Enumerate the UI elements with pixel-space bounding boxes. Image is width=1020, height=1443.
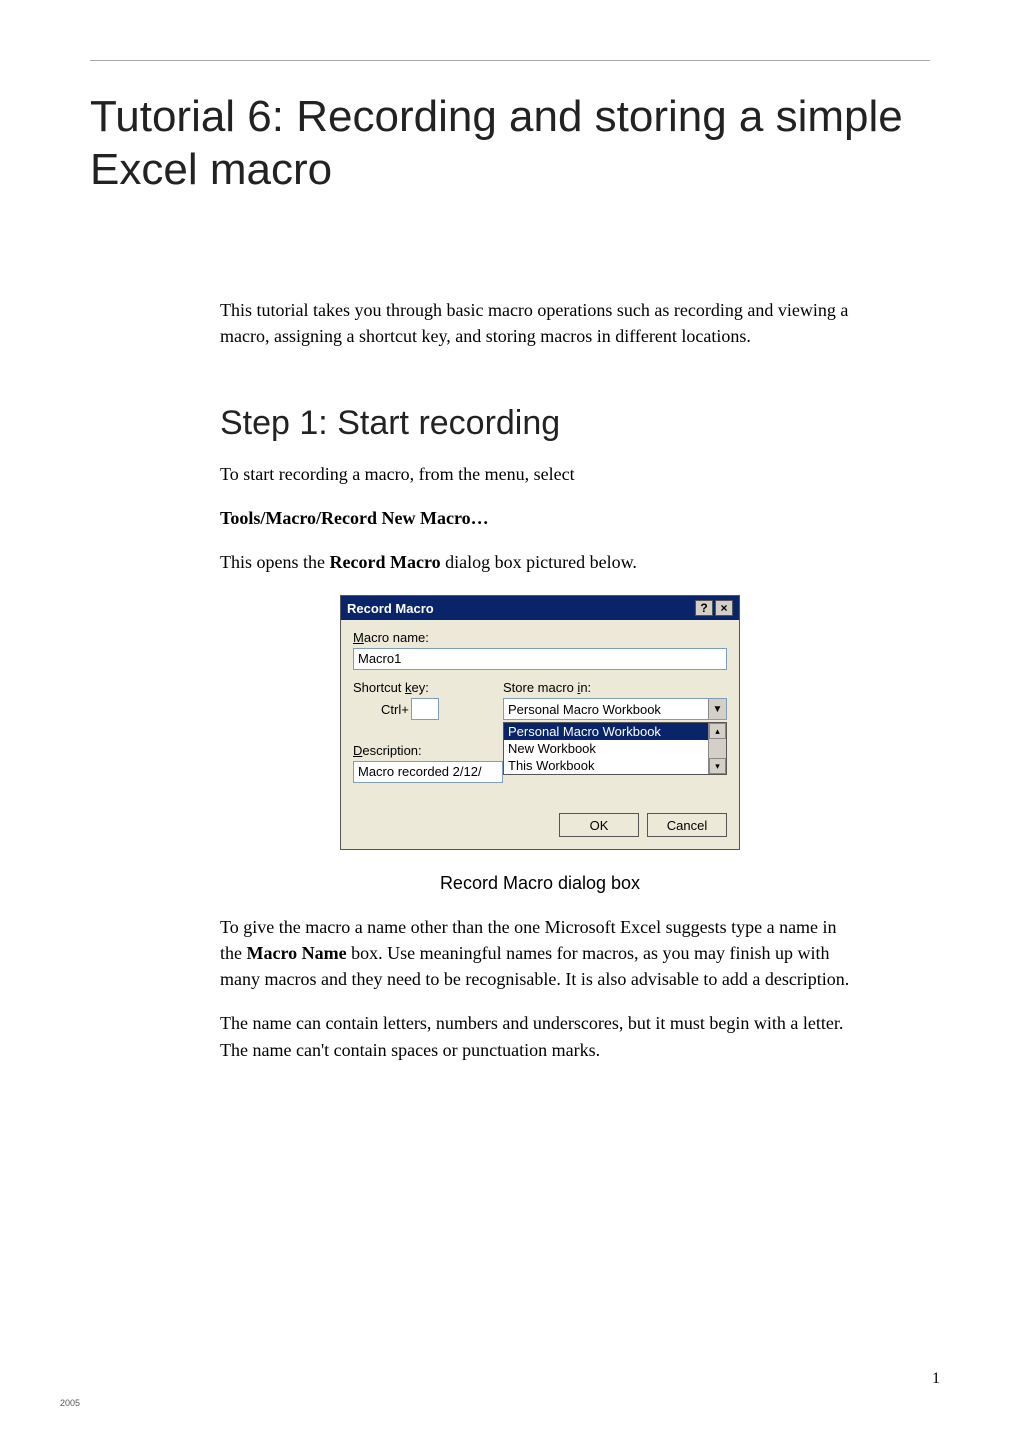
p3-bold: Record Macro	[330, 552, 441, 572]
paragraph-1: To start recording a macro, from the men…	[220, 461, 860, 487]
store-macro-dropdown[interactable]: Personal Macro Workbook ▼	[503, 698, 727, 720]
figure-caption: Record Macro dialog box	[220, 870, 860, 896]
store-macro-label: Store macro in:	[503, 680, 727, 695]
top-rule	[90, 60, 930, 61]
page-number: 1	[932, 1370, 940, 1388]
footer-year: 2005	[60, 1398, 80, 1408]
chevron-down-icon: ▼	[708, 699, 726, 719]
record-macro-dialog: Record Macro ? × Macro name: Macro1 Shor…	[340, 595, 740, 850]
intro-paragraph: This tutorial takes you through basic ma…	[220, 297, 860, 349]
macro-name-input[interactable]: Macro1	[353, 648, 727, 670]
description-label: Description:	[353, 743, 727, 758]
scroll-up-icon[interactable]: ▴	[709, 723, 726, 739]
dialog-figure: Record Macro ? × Macro name: Macro1 Shor…	[220, 595, 860, 850]
paragraph-5: The name can contain letters, numbers an…	[220, 1010, 860, 1062]
p3-post: dialog box pictured below.	[441, 552, 637, 572]
macro-name-label: Macro name:	[353, 630, 727, 645]
menu-path: Tools/Macro/Record New Macro…	[220, 505, 860, 531]
paragraph-3: This opens the Record Macro dialog box p…	[220, 549, 860, 575]
step1-heading: Step 1: Start recording	[220, 404, 860, 443]
dialog-body: Macro name: Macro1 Shortcut key: Ctrl+ S…	[341, 620, 739, 849]
shortcut-prefix: Ctrl+	[381, 702, 409, 717]
description-input[interactable]: Macro recorded 2/12/	[353, 761, 503, 783]
dialog-title: Record Macro	[347, 601, 434, 616]
cancel-button[interactable]: Cancel	[647, 813, 727, 837]
ok-button[interactable]: OK	[559, 813, 639, 837]
store-option-personal[interactable]: Personal Macro Workbook	[504, 723, 708, 740]
help-button[interactable]: ?	[695, 600, 713, 616]
dialog-titlebar: Record Macro ? ×	[341, 596, 739, 620]
page-title: Tutorial 6: Recording and storing a simp…	[90, 91, 930, 197]
p3-pre: This opens the	[220, 552, 330, 572]
shortcut-key-label: Shortcut key:	[353, 680, 483, 695]
shortcut-key-input[interactable]	[411, 698, 439, 720]
p4-bold: Macro Name	[247, 943, 347, 963]
content-area: This tutorial takes you through basic ma…	[220, 297, 860, 1063]
close-button[interactable]: ×	[715, 600, 733, 616]
store-macro-value: Personal Macro Workbook	[504, 700, 708, 719]
paragraph-4: To give the macro a name other than the …	[220, 914, 860, 992]
